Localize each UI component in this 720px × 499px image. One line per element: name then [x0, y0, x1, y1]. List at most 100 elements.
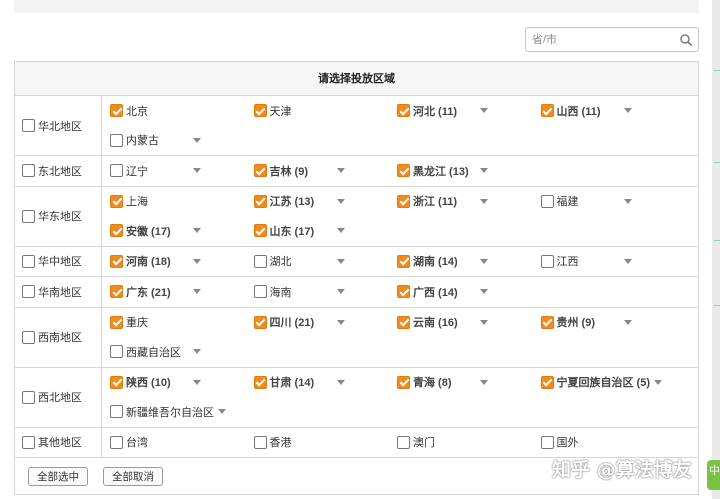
province-item[interactable]: 宁夏回族自治区 (5) — [533, 368, 677, 398]
province-item[interactable]: 贵州 (9) — [533, 308, 677, 338]
province-item[interactable]: 内蒙古 — [102, 126, 246, 156]
region-checkbox-cell[interactable]: 华南地区 — [15, 277, 102, 307]
search-icon[interactable] — [679, 33, 693, 47]
province-checkbox[interactable] — [397, 375, 410, 389]
province-checkbox[interactable] — [110, 104, 123, 118]
region-checkbox-cell[interactable]: 华中地区 — [15, 246, 102, 276]
region-checkbox[interactable] — [22, 330, 35, 344]
region-checkbox[interactable] — [22, 435, 35, 449]
region-checkbox[interactable] — [22, 390, 35, 404]
province-checkbox[interactable] — [110, 315, 123, 329]
region-checkbox-cell[interactable]: 其他地区 — [15, 427, 102, 457]
province-checkbox[interactable] — [253, 164, 267, 178]
province-item[interactable]: 广西 (14) — [389, 277, 533, 307]
province-checkbox[interactable] — [110, 224, 123, 238]
caret-down-icon[interactable] — [193, 289, 201, 294]
region-checkbox[interactable] — [22, 254, 35, 268]
province-checkbox[interactable] — [253, 285, 267, 299]
province-checkbox[interactable] — [110, 435, 123, 449]
province-item[interactable]: 青海 (8) — [389, 368, 533, 398]
province-item[interactable]: 湖南 (14) — [389, 247, 533, 277]
province-item[interactable]: 云南 (16) — [389, 308, 533, 338]
province-checkbox[interactable] — [253, 254, 267, 268]
province-item[interactable]: 河南 (18) — [102, 247, 246, 277]
province-item[interactable]: 浙江 (11) — [389, 187, 533, 217]
caret-down-icon[interactable] — [654, 379, 662, 385]
province-item[interactable]: 安徽 (17) — [102, 216, 246, 246]
province-search-box[interactable] — [525, 27, 699, 52]
caret-down-icon[interactable] — [336, 319, 345, 325]
province-item[interactable]: 甘肃 (14) — [246, 368, 390, 398]
province-checkbox[interactable] — [397, 194, 410, 208]
province-checkbox[interactable] — [253, 375, 267, 389]
province-item[interactable]: 上海 — [102, 187, 246, 217]
caret-down-icon[interactable] — [623, 258, 632, 264]
region-checkbox-cell[interactable]: 华东地区 — [15, 186, 102, 246]
province-item[interactable]: 山东 (17) — [246, 216, 390, 246]
caret-down-icon[interactable] — [193, 349, 201, 354]
province-item[interactable]: 新疆维吾尔自治区 — [102, 397, 246, 427]
province-checkbox[interactable] — [110, 164, 123, 178]
select-all-button[interactable]: 全部选中 — [28, 466, 88, 486]
province-checkbox[interactable] — [397, 254, 410, 268]
province-item[interactable]: 辽宁 — [102, 156, 246, 186]
province-item[interactable]: 香港 — [246, 428, 390, 458]
province-checkbox[interactable] — [397, 315, 410, 329]
corner-tab[interactable]: 中 — [707, 460, 720, 490]
region-checkbox-cell[interactable]: 西北地区 — [15, 367, 102, 427]
region-checkbox-cell[interactable]: 西南地区 — [15, 307, 102, 367]
region-checkbox[interactable] — [22, 164, 35, 178]
province-checkbox[interactable] — [540, 435, 554, 449]
province-checkbox[interactable] — [110, 133, 123, 147]
province-checkbox[interactable] — [540, 104, 554, 118]
province-item[interactable]: 台湾 — [102, 428, 246, 458]
province-item[interactable]: 河北 (11) — [389, 96, 533, 126]
province-checkbox[interactable] — [540, 315, 554, 329]
deselect-all-button[interactable]: 全部取消 — [103, 466, 163, 486]
caret-down-icon[interactable] — [480, 108, 488, 113]
region-checkbox-cell[interactable]: 华北地区 — [15, 96, 102, 155]
province-checkbox[interactable] — [397, 435, 410, 449]
caret-down-icon[interactable] — [480, 258, 488, 264]
province-checkbox[interactable] — [540, 375, 554, 389]
region-checkbox[interactable] — [22, 119, 35, 132]
province-checkbox[interactable] — [110, 285, 123, 299]
region-checkbox[interactable] — [22, 209, 35, 223]
province-item[interactable]: 江西 — [533, 247, 677, 277]
province-item[interactable]: 山西 (11) — [533, 96, 677, 126]
province-checkbox[interactable] — [253, 224, 267, 238]
province-checkbox[interactable] — [253, 435, 267, 449]
province-search-input[interactable] — [532, 32, 672, 47]
province-checkbox[interactable] — [110, 254, 123, 268]
province-checkbox[interactable] — [110, 375, 123, 389]
caret-down-icon[interactable] — [336, 289, 345, 294]
province-checkbox[interactable] — [397, 285, 410, 299]
caret-down-icon[interactable] — [623, 108, 632, 113]
caret-down-icon[interactable] — [336, 168, 345, 173]
region-checkbox-cell[interactable]: 东北地区 — [15, 156, 102, 186]
province-item[interactable]: 西藏自治区 — [102, 337, 246, 367]
caret-down-icon[interactable] — [218, 409, 226, 415]
province-checkbox[interactable] — [253, 104, 267, 118]
province-item[interactable]: 国外 — [533, 428, 677, 458]
caret-down-icon[interactable] — [480, 168, 488, 173]
province-checkbox[interactable] — [110, 194, 123, 208]
province-item[interactable]: 黑龙江 (13) — [389, 156, 533, 186]
caret-down-icon[interactable] — [336, 379, 345, 385]
caret-down-icon[interactable] — [193, 168, 201, 173]
province-item[interactable]: 四川 (21) — [246, 308, 390, 338]
caret-down-icon[interactable] — [480, 198, 488, 204]
province-checkbox[interactable] — [110, 345, 123, 359]
province-checkbox[interactable] — [397, 164, 410, 178]
caret-down-icon[interactable] — [480, 319, 488, 325]
province-checkbox[interactable] — [397, 104, 410, 118]
province-item[interactable]: 福建 — [533, 187, 677, 217]
province-checkbox[interactable] — [540, 254, 554, 268]
caret-down-icon[interactable] — [193, 137, 201, 143]
province-checkbox[interactable] — [110, 405, 123, 419]
province-checkbox[interactable] — [540, 194, 554, 208]
province-item[interactable]: 陕西 (10) — [102, 368, 246, 398]
caret-down-icon[interactable] — [480, 379, 488, 385]
caret-down-icon[interactable] — [623, 319, 632, 325]
caret-down-icon[interactable] — [193, 258, 201, 264]
